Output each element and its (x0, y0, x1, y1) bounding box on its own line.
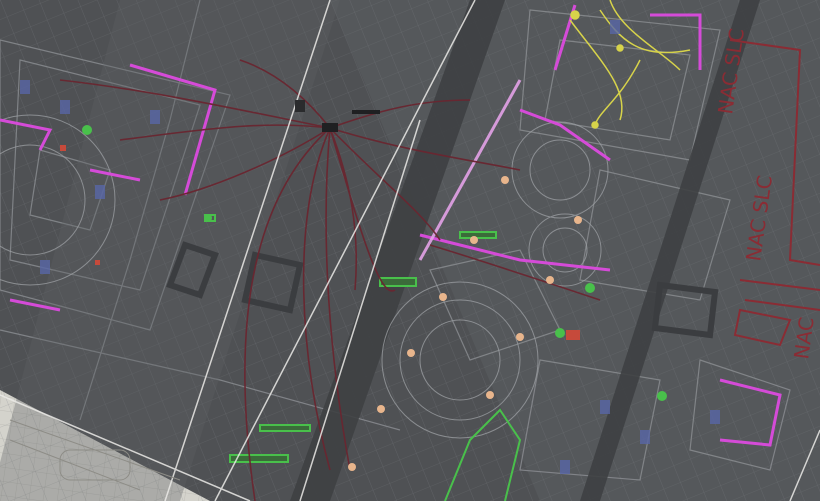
blueprint-photo: NAC SLC NAC SLC NAC (0, 0, 820, 501)
floor-plan-drawing: NAC SLC NAC SLC NAC (0, 0, 820, 501)
